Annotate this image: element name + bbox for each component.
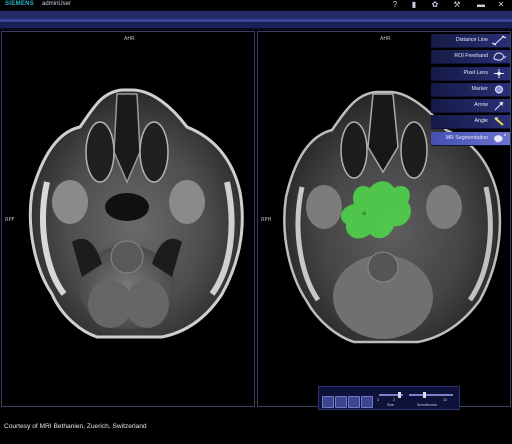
window-icon[interactable]: ▬: [476, 0, 486, 9]
marker-icon: [495, 85, 503, 94]
segmentation-marker-icon: ⊕: [362, 211, 366, 217]
credit-text: Courtesy of MRI Bethanien, Zuerich, Swit…: [4, 423, 147, 430]
tool-roi-freehand[interactable]: ROI Freehand: [431, 50, 510, 65]
smoothness-label: Smoothness: [417, 403, 437, 407]
size-value: 3: [377, 398, 379, 402]
tool-mr-segmentation[interactable]: MR Segmentation: [431, 131, 510, 146]
smoothness-value: 10: [443, 398, 447, 402]
header-band: [0, 11, 512, 19]
tool-menu: Distance Line ROI Freehand Pixel Lens Ma…: [431, 34, 510, 148]
tool-angle[interactable]: Angle: [431, 115, 510, 130]
angle-icon: [494, 117, 504, 127]
document-icon[interactable]: ▮: [409, 0, 419, 9]
tool-distance-line[interactable]: Distance Line: [431, 34, 510, 48]
close-icon[interactable]: ✕: [496, 0, 506, 9]
options-button[interactable]: [361, 396, 373, 408]
brush-button[interactable]: [322, 396, 334, 408]
arrow-icon: [494, 101, 504, 111]
tool-pixel-lens[interactable]: Pixel Lens: [431, 66, 510, 81]
viewport-right[interactable]: AHR RPH ⊕ Distance Line ROI Freehand Pix…: [257, 31, 511, 407]
mri-image-left: [28, 88, 244, 339]
tools-icon[interactable]: ⚒: [452, 0, 462, 9]
size-slider-knob[interactable]: [398, 392, 401, 398]
tool-arrow[interactable]: Arrow: [431, 99, 510, 114]
top-bar: SIEMENS adminUser ? ▮ ✿ ⚒ ▬ ✕: [0, 0, 512, 10]
segmentation-control-panel: 3 2 Size 10 Smoothness: [318, 386, 460, 410]
smoothness-slider-knob[interactable]: [423, 392, 426, 398]
erase-button[interactable]: [335, 396, 347, 408]
fill-button[interactable]: [348, 396, 360, 408]
roi-freehand-icon: [493, 52, 507, 61]
segmentation-icon: [494, 133, 507, 142]
smoothness-value-min: 2: [393, 398, 395, 402]
pixel-lens-icon: [494, 68, 504, 78]
help-icon[interactable]: ?: [390, 0, 400, 9]
size-label: Size: [387, 403, 394, 407]
smoothness-slider[interactable]: [409, 394, 453, 396]
viewport-left[interactable]: AHR RPF: [1, 31, 255, 407]
distance-line-icon: [491, 35, 507, 46]
user-name: adminUser: [42, 1, 72, 7]
brand-logo: SIEMENS: [5, 1, 35, 7]
tool-marker[interactable]: Marker: [431, 82, 510, 97]
settings-icon[interactable]: ✿: [430, 0, 440, 9]
divider: [0, 28, 512, 30]
